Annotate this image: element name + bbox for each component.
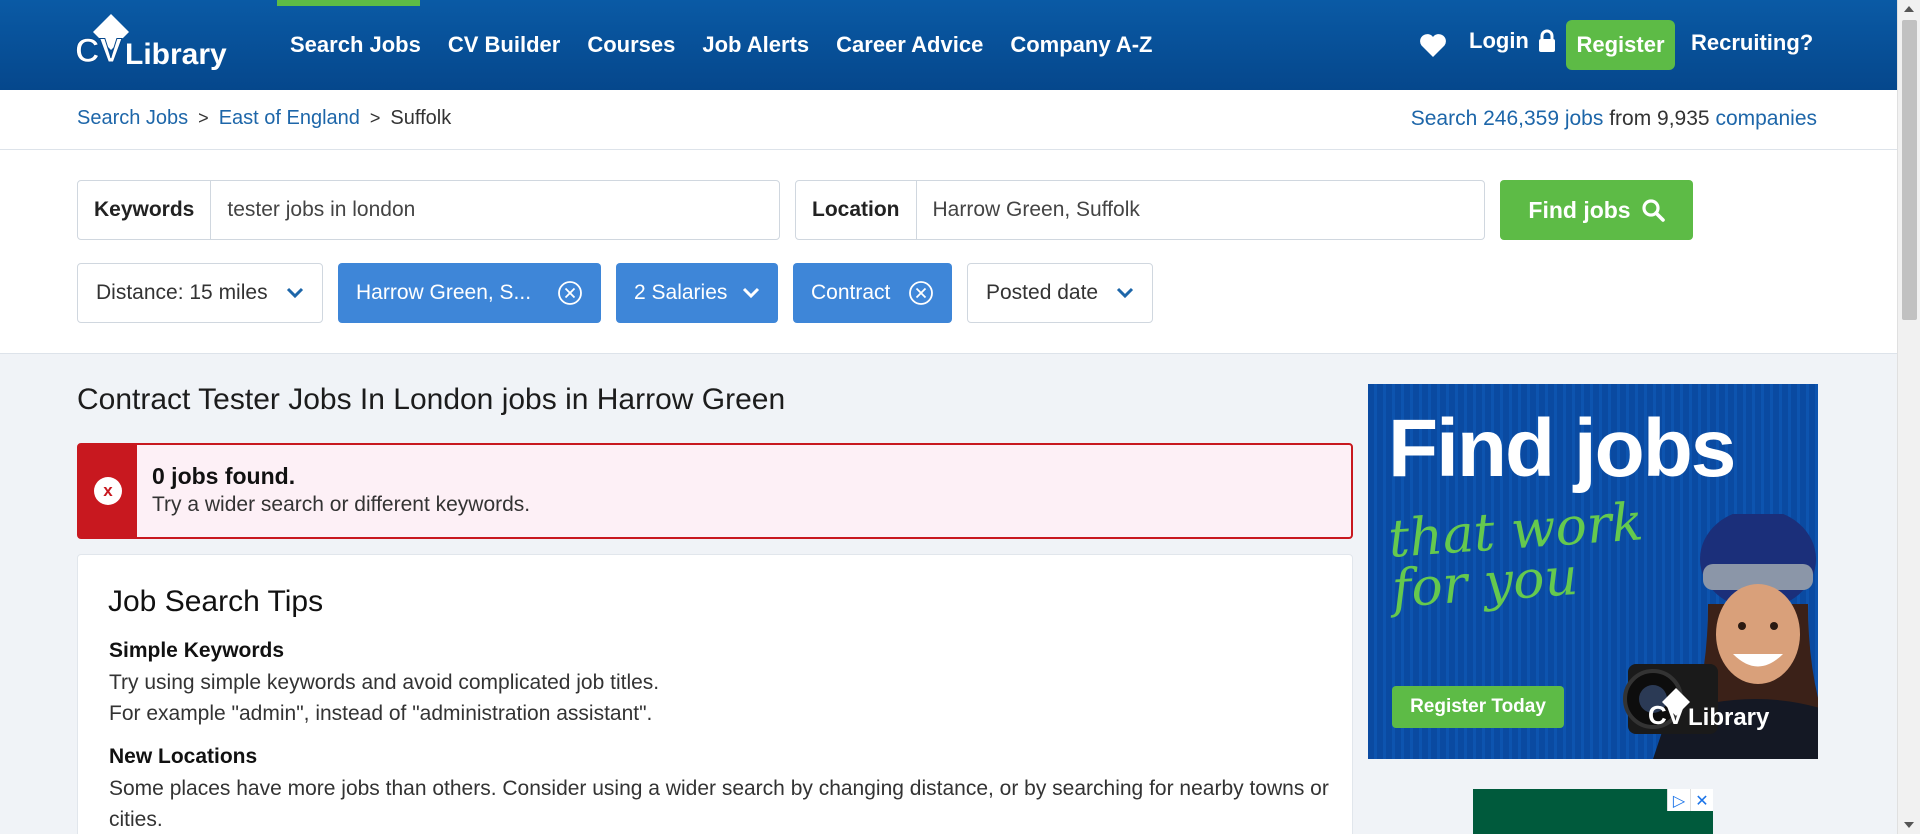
scroll-down-arrow-icon[interactable] (1904, 822, 1914, 828)
advert-register-button[interactable]: Register Today (1392, 686, 1564, 728)
breadcrumb-separator: > (198, 108, 209, 128)
nav-courses[interactable]: Courses (587, 32, 675, 58)
keywords-field: Keywords (77, 180, 780, 240)
login-link[interactable]: Login (1469, 28, 1557, 54)
keywords-input[interactable] (211, 181, 779, 239)
advert-cv-library-logo: CV Library (1648, 688, 1770, 731)
nav-company-a-z[interactable]: Company A-Z (1010, 32, 1152, 58)
close-icon[interactable]: ✕ (1690, 789, 1713, 811)
secondary-advert[interactable]: ▷ ✕ (1473, 789, 1713, 834)
recruiting-link[interactable]: Recruiting? (1691, 30, 1813, 56)
remove-filter-icon[interactable] (557, 280, 583, 306)
nav-search-jobs[interactable]: Search Jobs (290, 32, 421, 58)
register-button[interactable]: Register (1566, 20, 1675, 70)
top-navigation: CV Library Search Jobs CV Builder Course… (0, 0, 1897, 90)
breadcrumb-bar: Search Jobs > East of England > Suffolk … (0, 90, 1897, 150)
advert-headline: Find jobs (1388, 403, 1736, 494)
svg-text:Library: Library (125, 38, 227, 71)
location-field: Location (795, 180, 1485, 240)
svg-text:CV: CV (75, 32, 123, 70)
results-title: Contract Tester Jobs In London jobs in H… (77, 383, 786, 416)
adchoices-badge[interactable]: ▷ ✕ (1667, 789, 1713, 811)
tip-new-locations-text: Some places have more jobs than others. … (109, 777, 1329, 831)
tip-simple-keywords-line2: For example "admin", instead of "adminis… (109, 702, 653, 725)
stats-jobs-link[interactable]: 246,359 jobs (1483, 107, 1603, 130)
cv-library-logo[interactable]: CV Library (73, 12, 243, 76)
nav-career-advice[interactable]: Career Advice (836, 32, 983, 58)
svg-text:CV: CV (1648, 700, 1685, 730)
chevron-down-icon (286, 287, 304, 299)
distance-filter-label: Distance: 15 miles (96, 281, 268, 304)
find-jobs-button[interactable]: Find jobs (1500, 180, 1693, 240)
no-results-alert: x 0 jobs found. Try a wider search or di… (77, 443, 1353, 539)
scrollbar-thumb[interactable] (1902, 20, 1917, 320)
contract-filter-chip[interactable]: Contract (793, 263, 952, 323)
salaries-chip-label: 2 Salaries (634, 281, 728, 304)
lock-icon (1538, 29, 1555, 52)
contract-chip-label: Contract (811, 281, 891, 304)
alert-message: Try a wider search or different keywords… (152, 493, 531, 516)
heart-icon[interactable] (1419, 32, 1447, 58)
breadcrumb-east-of-england[interactable]: East of England (219, 107, 360, 130)
breadcrumb-search-jobs[interactable]: Search Jobs (77, 107, 188, 130)
alert-title: 0 jobs found. (152, 463, 296, 489)
find-jobs-label: Find jobs (1528, 196, 1631, 223)
chevron-down-icon (1116, 287, 1134, 299)
posted-date-filter[interactable]: Posted date (967, 263, 1153, 323)
keywords-label: Keywords (78, 181, 212, 239)
site-stats: Search 246,359 jobs from 9,935 companies (1411, 107, 1817, 131)
chevron-down-icon (742, 287, 760, 299)
error-icon: x (94, 477, 122, 505)
breadcrumb-suffolk: Suffolk (390, 107, 452, 129)
page-scrollbar[interactable] (1897, 0, 1920, 834)
adchoices-icon[interactable]: ▷ (1667, 789, 1690, 811)
posted-date-label: Posted date (986, 281, 1099, 304)
salaries-filter-chip[interactable]: 2 Salaries (616, 263, 778, 323)
login-label: Login (1469, 28, 1529, 53)
stats-search-prefix[interactable]: Search (1411, 107, 1483, 130)
location-filter-chip[interactable]: Harrow Green, S... (338, 263, 601, 323)
find-jobs-advert[interactable]: Find jobs that work for you Register Tod… (1368, 384, 1818, 759)
svg-text:Library: Library (1688, 704, 1770, 731)
breadcrumb: Search Jobs > East of England > Suffolk (77, 107, 451, 130)
location-chip-label: Harrow Green, S... (356, 281, 532, 304)
location-input[interactable] (916, 181, 1484, 239)
nav-job-alerts[interactable]: Job Alerts (702, 32, 809, 58)
search-icon (1642, 199, 1665, 222)
breadcrumb-separator: > (369, 108, 381, 128)
job-search-tips: Job Search Tips Simple Keywords Try usin… (77, 554, 1353, 834)
main-nav-links: Search Jobs CV Builder Courses Job Alert… (290, 0, 1180, 90)
stats-companies-link[interactable]: companies (1715, 107, 1817, 130)
remove-filter-icon[interactable] (908, 280, 934, 306)
location-label: Location (796, 181, 917, 239)
nav-cv-builder[interactable]: CV Builder (448, 32, 560, 58)
tip-simple-keywords-line1: Try using simple keywords and avoid comp… (109, 671, 660, 694)
distance-filter[interactable]: Distance: 15 miles (77, 263, 323, 323)
tips-heading: Job Search Tips (108, 585, 324, 618)
tip-simple-keywords-title: Simple Keywords (109, 639, 285, 662)
search-panel: Keywords Location Find jobs Distance: 15… (0, 150, 1897, 354)
stats-middle: from 9,935 (1603, 107, 1716, 130)
scroll-up-arrow-icon[interactable] (1904, 6, 1914, 12)
tip-new-locations-title: New Locations (109, 745, 258, 768)
